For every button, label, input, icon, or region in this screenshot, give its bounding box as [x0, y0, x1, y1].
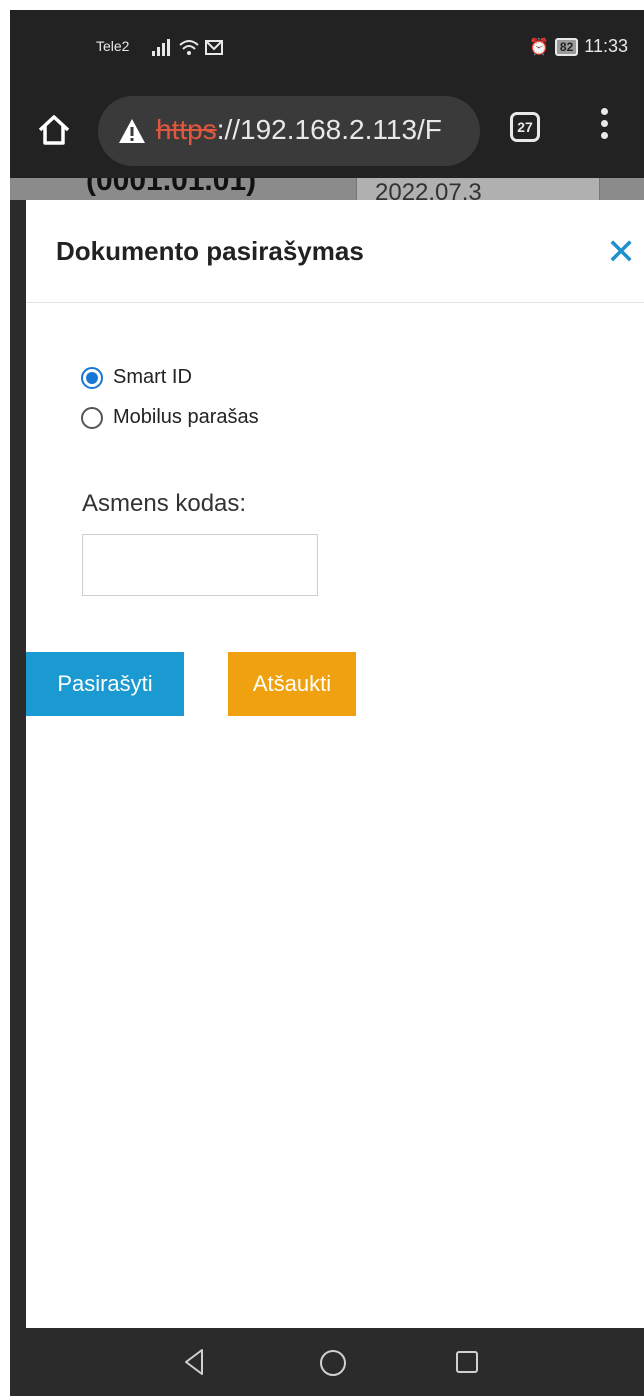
cancel-button[interactable]: Atšaukti — [228, 652, 356, 716]
radio-button-smart-id[interactable] — [81, 366, 103, 389]
phone-screen: Tele2 ⏰ 82 11:33 https://192.168.2.113/F… — [10, 10, 644, 1396]
more-menu-icon[interactable] — [598, 108, 610, 148]
radio-smart-id[interactable]: Smart ID — [81, 366, 192, 389]
home-icon[interactable] — [34, 110, 74, 150]
signal-icon — [152, 39, 223, 56]
status-right: ⏰ 82 11:33 — [529, 36, 628, 57]
radio-label-mobile-signature: Mobilus parašas — [113, 406, 259, 428]
alarm-icon: ⏰ — [529, 38, 549, 56]
warning-icon — [119, 119, 145, 143]
status-bar: Tele2 ⏰ 82 11:33 — [10, 10, 644, 80]
background-page-strip: (0001.01.01) 2022.07.3 — [10, 178, 644, 200]
address-bar[interactable]: https://192.168.2.113/F — [98, 96, 480, 166]
battery-icon: 82 — [554, 37, 579, 56]
url-text: https://192.168.2.113/F — [156, 114, 442, 146]
url-scheme: https — [156, 114, 217, 145]
background-select-value: 2022.07.3 — [375, 179, 482, 200]
tab-switcher-button[interactable]: 27 — [510, 112, 540, 142]
personal-code-label: Asmens kodas: — [82, 490, 247, 517]
carrier-name: Tele2 — [96, 38, 130, 54]
system-nav-bar — [10, 1330, 644, 1396]
close-icon[interactable]: ✕ — [606, 234, 636, 270]
signing-dialog: Dokumento pasirašymas ✕ Smart ID Mobilus… — [26, 200, 644, 1328]
clock: 11:33 — [584, 36, 628, 56]
dialog-title: Dokumento pasirašymas — [56, 236, 364, 266]
personal-code-input[interactable] — [82, 534, 318, 596]
dialog-header: Dokumento pasirašymas ✕ — [26, 200, 644, 303]
home-circle-icon[interactable] — [320, 1350, 346, 1376]
background-date-text: (0001.01.01) — [86, 178, 257, 197]
radio-button-mobile-signature[interactable] — [81, 406, 103, 429]
url-host: ://192.168.2.113/F — [216, 114, 442, 145]
sign-button[interactable]: Pasirašyti — [26, 652, 184, 716]
radio-label-smart-id: Smart ID — [113, 366, 192, 388]
signal-wifi-mail-icons — [150, 37, 230, 62]
browser-toolbar: https://192.168.2.113/F 27 — [10, 80, 644, 178]
background-date-select: 2022.07.3 — [356, 178, 600, 200]
back-icon[interactable] — [183, 1348, 205, 1376]
recent-apps-icon[interactable] — [456, 1351, 478, 1373]
radio-mobile-signature[interactable]: Mobilus parašas — [81, 406, 259, 429]
